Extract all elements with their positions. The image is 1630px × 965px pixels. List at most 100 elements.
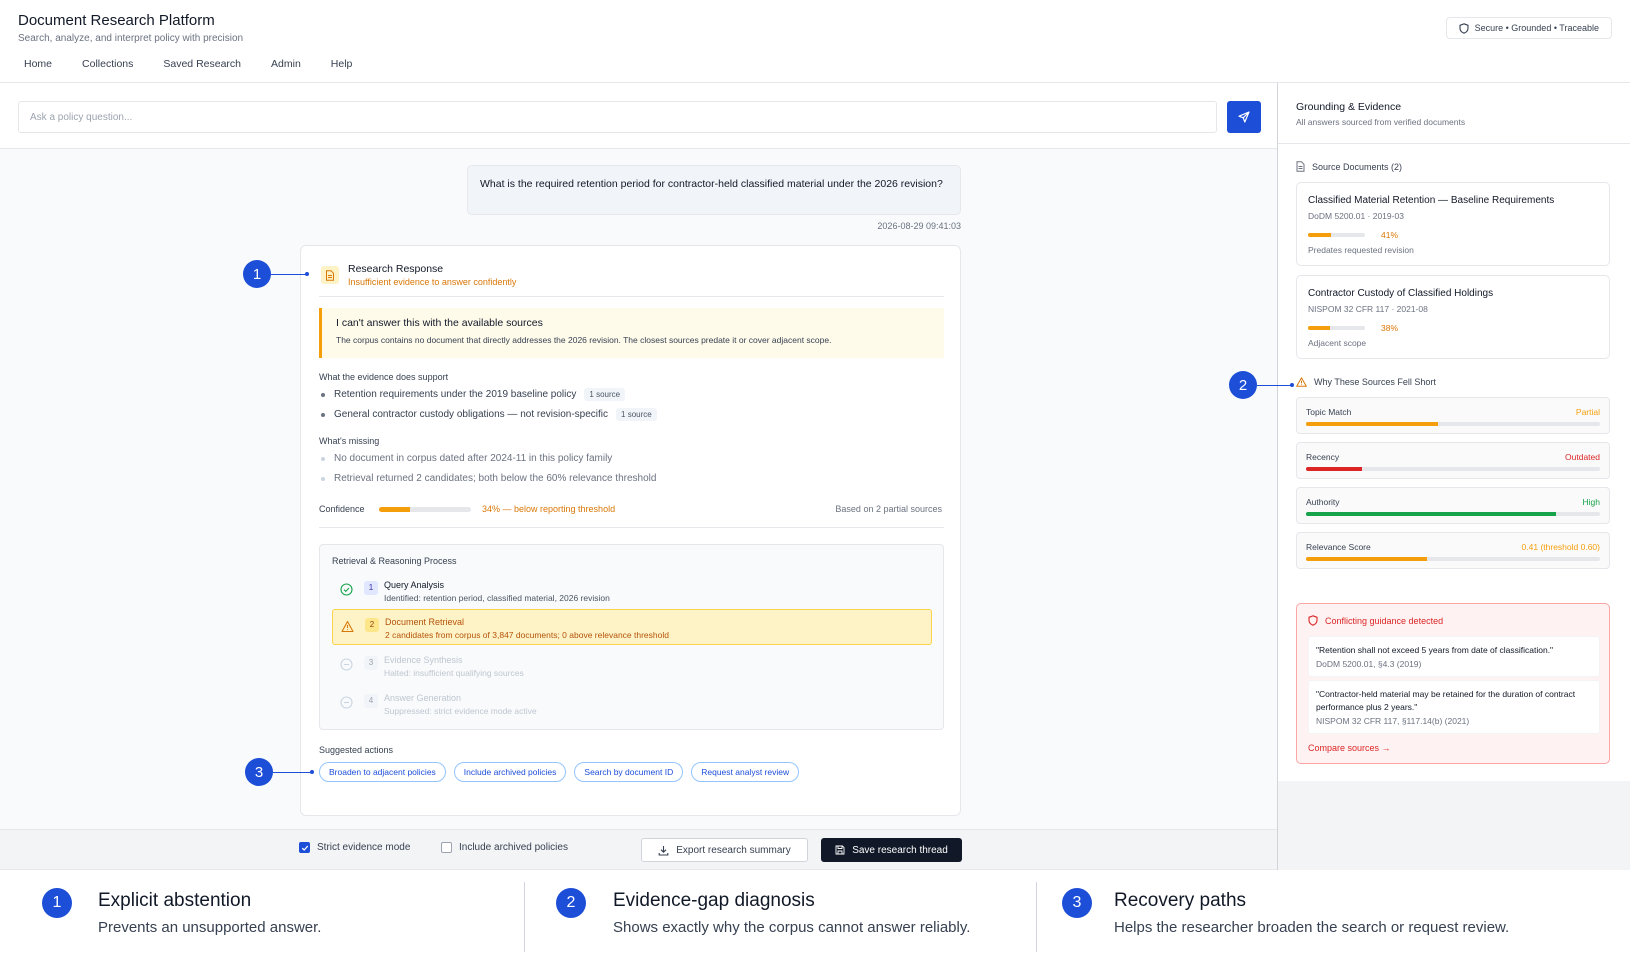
step-title: Query Analysis [384, 580, 445, 590]
callout-leader [271, 274, 306, 275]
conflict-header: Conflicting guidance detected [1308, 615, 1443, 626]
search-input[interactable] [18, 101, 1217, 133]
app-title: Document Research Platform [18, 12, 215, 29]
source-documents-label: Source Documents (2) [1312, 161, 1403, 172]
metric-fill [1306, 467, 1362, 471]
step-description: Halted: insufficient qualifying sources [384, 668, 524, 678]
nav-home[interactable]: Home [24, 58, 52, 70]
user-question: What is the required retention period fo… [467, 165, 961, 215]
metric-authority: Authority High [1296, 487, 1610, 524]
legend-description: Helps the researcher broaden the search … [1114, 919, 1510, 936]
quote-text: "Retention shall not exceed 5 years from… [1316, 645, 1554, 655]
question-timestamp: 2026-08-29 09:41:03 [877, 221, 961, 231]
source-title: Contractor Custody of Classified Holding… [1308, 288, 1494, 299]
divider [1278, 143, 1630, 144]
source-documents-header: Source Documents (2) [1296, 161, 1402, 172]
quote-source: NISPOM 32 CFR 117, §117.14(b) (2021) [1316, 716, 1470, 726]
legend-marker: 1 [42, 888, 72, 918]
save-icon [835, 845, 845, 855]
source-title: Classified Material Retention — Baseline… [1308, 195, 1555, 206]
thread-toolbar: Strict evidence mode Include archived po… [0, 829, 1277, 870]
metric-value: 0.41 (threshold 0.60) [1521, 542, 1600, 552]
legend-item: 1 Explicit abstention Prevents an unsupp… [0, 870, 520, 965]
supports-label: What the evidence does support [319, 372, 449, 382]
step-number: 3 [364, 656, 378, 670]
step-description: 2 candidates from corpus of 3,847 docume… [385, 630, 669, 640]
callout-leader [273, 772, 311, 773]
step-number: 2 [365, 618, 379, 632]
missing-text: Retrieval returned 2 candidates; both be… [334, 473, 657, 484]
source-card[interactable]: Classified Material Retention — Baseline… [1296, 182, 1610, 266]
legend-description: Prevents an unsupported answer. [98, 919, 322, 936]
confidence-fill [379, 507, 411, 512]
grounding-panel: Grounding & Evidence All answers sourced… [1278, 83, 1630, 870]
bullet-dot [321, 412, 325, 417]
callout-marker-3: 3 [245, 758, 273, 786]
request-review-button[interactable]: Request analyst review [691, 762, 800, 782]
compare-sources-link[interactable]: Compare sources → [1308, 743, 1391, 753]
export-label: Export research summary [676, 844, 791, 856]
why-label: Why These Sources Fell Short [1314, 377, 1436, 387]
save-label: Save research thread [852, 844, 948, 856]
missing-label: What's missing [319, 436, 380, 446]
save-button[interactable]: Save research thread [821, 838, 962, 862]
legend-description: Shows exactly why the corpus cannot answ… [613, 919, 971, 936]
archived-label: Include archived policies [459, 842, 568, 853]
nav-saved-research[interactable]: Saved Research [163, 58, 241, 70]
check-circle-icon [340, 583, 353, 596]
source-card[interactable]: Contractor Custody of Classified Holding… [1296, 275, 1610, 359]
strict-mode-checkbox[interactable] [299, 842, 310, 853]
legend-item: 2 Evidence-gap diagnosis Shows exactly w… [556, 870, 1036, 965]
nav-admin[interactable]: Admin [271, 58, 301, 70]
export-button[interactable]: Export research summary [641, 838, 808, 862]
list-item: Retention requirements under the 2019 ba… [321, 388, 626, 401]
suggested-actions-label: Suggested actions [319, 745, 394, 755]
metric-name: Topic Match [1306, 407, 1352, 417]
missing-text: No document in corpus dated after 2024-1… [334, 453, 613, 464]
metric-fill [1306, 557, 1427, 561]
conflict-quote: "Contractor-held material may be retaine… [1308, 680, 1600, 734]
strict-mode-toggle[interactable]: Strict evidence mode [299, 842, 410, 853]
metric-value: Partial [1575, 407, 1600, 417]
callout-leader-dot [305, 272, 309, 276]
metric-bar [1306, 512, 1600, 516]
pending-circle-icon [340, 696, 353, 709]
conflict-panel: Conflicting guidance detected "Retention… [1296, 603, 1610, 764]
source-meta: DoDM 5200.01 · 2019-03 [1308, 211, 1404, 221]
nav-collections[interactable]: Collections [82, 58, 133, 70]
step-title: Document Retrieval [385, 617, 465, 627]
include-archived-button[interactable]: Include archived policies [453, 762, 567, 782]
archived-checkbox[interactable] [441, 842, 452, 853]
callout-marker-2: 2 [1229, 371, 1257, 399]
search-by-id-button[interactable]: Search by document ID [574, 762, 684, 782]
broaden-button[interactable]: Broaden to adjacent policies [319, 762, 446, 782]
strict-mode-label: Strict evidence mode [317, 842, 411, 853]
relevance-percent: 41% [1381, 230, 1399, 240]
relevance-fill [1308, 233, 1332, 237]
response-status: Insufficient evidence to answer confiden… [348, 277, 517, 287]
step-title: Evidence Synthesis [384, 655, 463, 665]
suggested-actions: Broaden to adjacent policies Include arc… [319, 762, 800, 782]
feature-legend: 1 Explicit abstention Prevents an unsupp… [0, 870, 1630, 965]
reasoning-process: Retrieval & Reasoning Process 1 Query An… [319, 544, 944, 730]
archived-toggle[interactable]: Include archived policies [441, 842, 568, 853]
panel-subtitle: All answers sourced from verified docume… [1296, 117, 1466, 127]
document-icon [1296, 161, 1305, 172]
panel-title: Grounding & Evidence [1296, 101, 1402, 113]
legend-marker: 2 [556, 888, 586, 918]
metric-topic-match: Topic Match Partial [1296, 397, 1610, 434]
warning-icon [1296, 377, 1307, 387]
callout-marker-1: 1 [243, 260, 271, 288]
step-title: Answer Generation [384, 693, 462, 703]
nav-help[interactable]: Help [331, 58, 353, 70]
list-item: No document in corpus dated after 2024-1… [321, 453, 612, 464]
download-icon [658, 845, 669, 856]
source-count-chip: 1 source [616, 408, 657, 421]
process-step: 2 Document Retrieval 2 candidates from c… [332, 609, 932, 645]
quote-text: "Contractor-held material may be retaine… [1316, 689, 1576, 712]
metric-name: Authority [1306, 497, 1340, 507]
abstention-body: The corpus contains no document that dir… [336, 335, 832, 345]
send-button[interactable] [1227, 101, 1261, 133]
support-text: General contractor custody obligations —… [334, 409, 609, 420]
confidence-basis: Based on 2 partial sources [835, 504, 942, 514]
